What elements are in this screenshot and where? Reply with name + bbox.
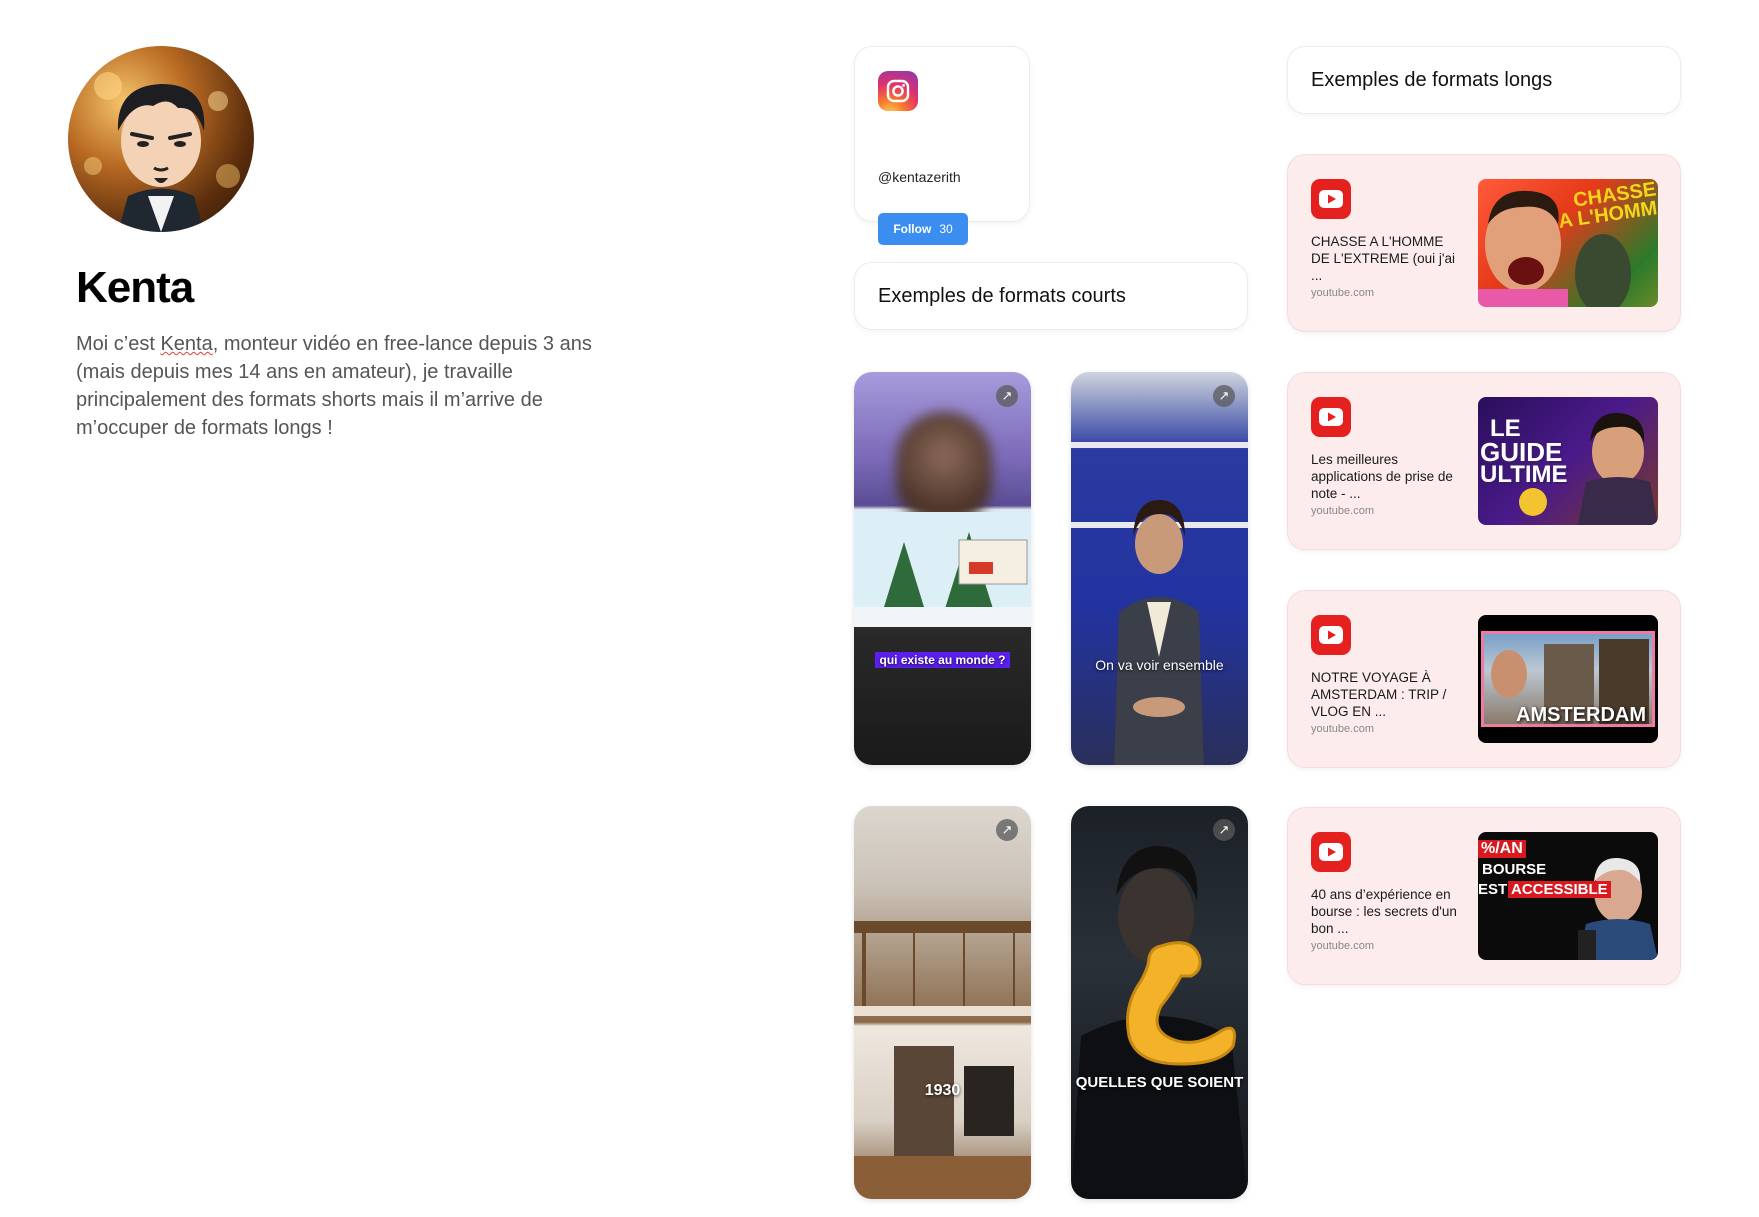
video-domain: youtube.com (1311, 287, 1374, 299)
youtube-icon (1311, 397, 1351, 437)
instagram-handle: @kentazerith (878, 169, 961, 185)
short-caption: 1930 (924, 1082, 961, 1099)
follow-label: Follow (893, 222, 932, 236)
video-domain: youtube.com (1311, 940, 1374, 952)
external-link-icon[interactable]: ↗ (1213, 819, 1235, 841)
short-caption: QUELLES QUE SOIENT (1075, 1074, 1244, 1091)
thumb-text: %/AN (1478, 840, 1526, 858)
cartoon-scene (854, 512, 1031, 627)
blurred-face (896, 412, 992, 522)
thumb-text: ULTIME (1480, 461, 1568, 488)
video-title: 40 ans d’expérience en bourse : les secr… (1311, 887, 1457, 936)
youtube-card[interactable]: CHASSE A L'HOMME DE L'EXTREME (oui j'ai … (1287, 154, 1681, 332)
video-title: CHASSE A L'HOMME DE L'EXTREME (oui j'ai … (1311, 234, 1455, 283)
long-formats-title: Exemples de formats longs (1287, 46, 1681, 114)
youtube-icon (1311, 179, 1351, 219)
avatar-illustration (84, 72, 240, 232)
external-link-icon[interactable]: ↗ (996, 385, 1018, 407)
shelf (1071, 442, 1248, 448)
profile-bio: Moi c’est Kenta, monteur vidéo en free-l… (76, 330, 596, 442)
video-thumbnail: AMSTERDAM (1478, 615, 1658, 743)
external-link-icon[interactable]: ↗ (996, 819, 1018, 841)
presenter-figure (1114, 500, 1204, 765)
flexed-biceps-icon (1126, 941, 1236, 1066)
follower-count: 30 (939, 222, 953, 236)
youtube-icon (1311, 832, 1351, 872)
external-link-icon[interactable]: ↗ (1213, 385, 1235, 407)
thumb-text: ACCESSIBLE (1508, 881, 1611, 898)
instagram-card[interactable]: @kentazerith Follow 30 (854, 46, 1030, 245)
short-video-tile[interactable]: 1930 ↗ (854, 806, 1031, 1199)
youtube-card[interactable]: 40 ans d’expérience en bourse : les secr… (1287, 807, 1681, 985)
youtube-card[interactable]: NOTRE VOYAGE À AMSTERDAM : TRIP / VLOG E… (1287, 590, 1681, 768)
video-thumbnail: CHASSE A L'HOMM (1478, 179, 1658, 307)
thumb-text: BOURSE (1482, 861, 1547, 878)
short-video-tile[interactable]: QUELLES QUE SOIENT ↗ (1071, 806, 1248, 1199)
short-caption: qui existe au monde ? (854, 652, 1031, 668)
short-video-tile[interactable]: qui existe au monde ? ↗ (854, 372, 1031, 765)
video-thumbnail: %/AN BOURSE EST ACCESSIBLE (1478, 832, 1658, 960)
house-interior (854, 921, 1031, 1199)
short-formats-title: Exemples de formats courts (854, 262, 1248, 330)
short-video-tile[interactable]: On va voir ensemble ↗ (1071, 372, 1248, 765)
video-domain: youtube.com (1311, 505, 1374, 517)
bio-name: Kenta (160, 333, 213, 355)
follow-button[interactable]: Follow 30 (878, 213, 968, 245)
page: Kenta Moi c’est Kenta, monteur vidéo en … (0, 0, 1759, 1217)
short-caption: On va voir ensemble (1095, 657, 1224, 673)
video-thumbnail: LE GUIDE ULTIME (1478, 397, 1658, 525)
bio-text-start: Moi c’est (76, 333, 161, 355)
video-domain: youtube.com (1311, 723, 1374, 735)
youtube-card[interactable]: Les meilleures applications de prise de … (1287, 372, 1681, 550)
youtube-icon (1311, 615, 1351, 655)
thumb-text: AMSTERDAM (1516, 704, 1646, 726)
video-title: NOTRE VOYAGE À AMSTERDAM : TRIP / VLOG E… (1311, 670, 1447, 719)
profile-name: Kenta (76, 263, 194, 312)
avatar (68, 46, 254, 232)
video-title: Les meilleures applications de prise de … (1311, 452, 1453, 501)
thumb-text: EST (1478, 881, 1508, 898)
instagram-icon (878, 71, 918, 111)
